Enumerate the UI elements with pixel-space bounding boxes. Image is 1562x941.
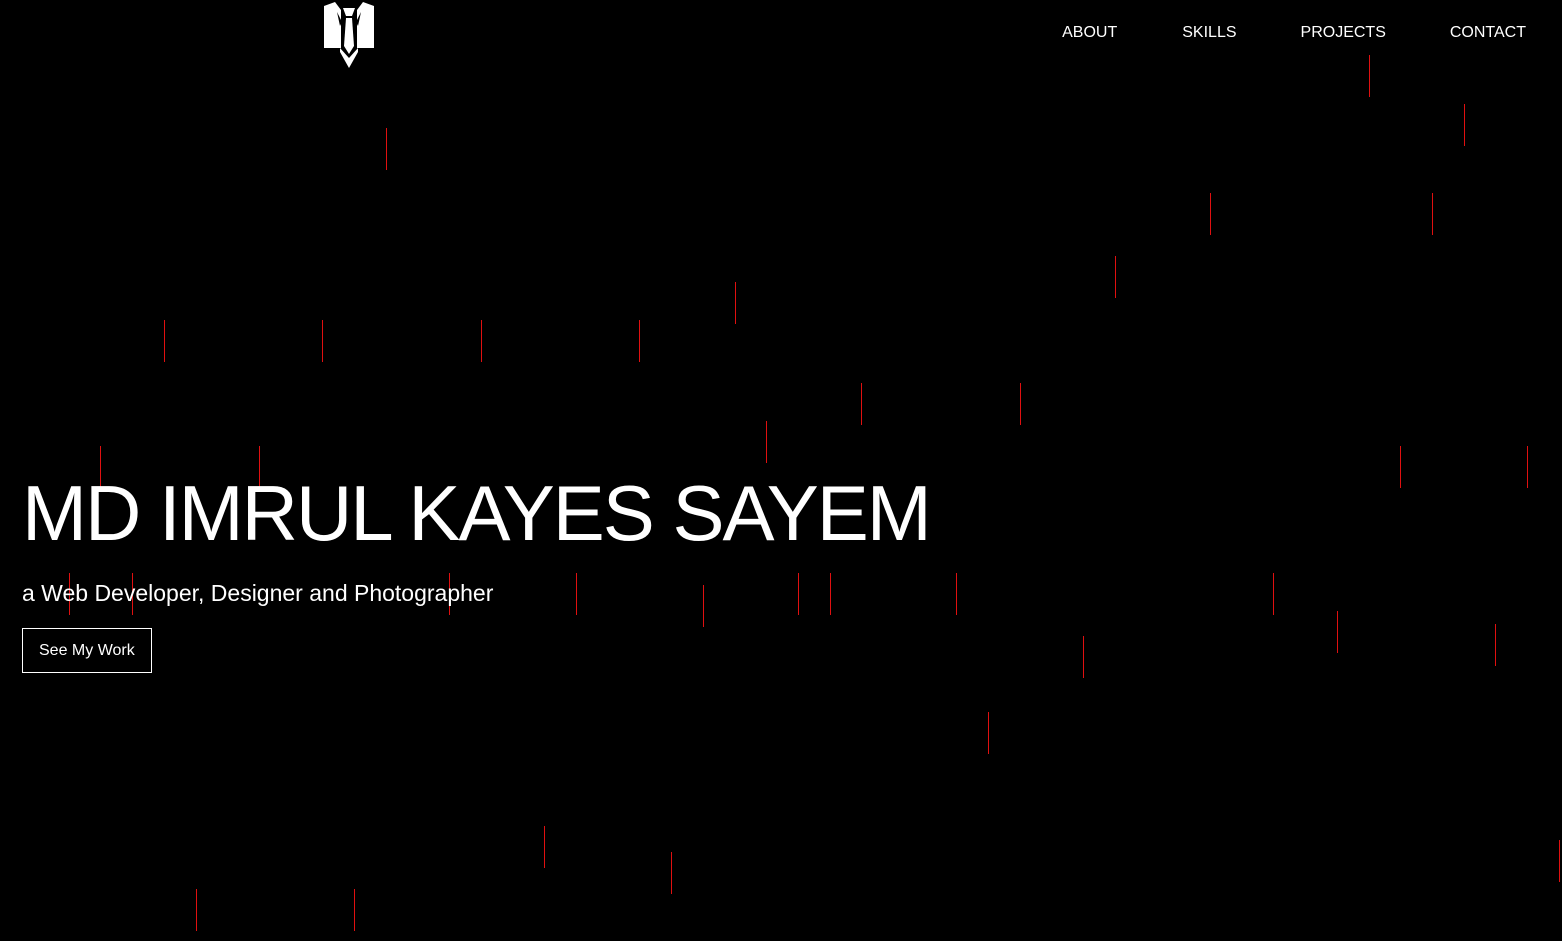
rain-streak — [354, 889, 355, 931]
rain-streak — [1210, 193, 1211, 235]
rain-streak — [164, 320, 165, 362]
hero-name-heading: MD IMRUL KAYES SAYEM — [22, 469, 932, 557]
rain-streak — [322, 320, 323, 362]
rain-streak — [1559, 840, 1560, 882]
rain-streak — [861, 383, 862, 425]
rain-streak — [1495, 624, 1496, 666]
rain-streak — [988, 712, 989, 754]
rain-streak — [639, 320, 640, 362]
nav-link-projects[interactable]: PROJECTS — [1301, 24, 1386, 42]
top-navbar: ABOUT SKILLS PROJECTS CONTACT — [0, 0, 1562, 70]
rain-streak — [1527, 446, 1528, 488]
nav-link-about[interactable]: ABOUT — [1062, 24, 1117, 42]
rain-streak — [1273, 573, 1274, 615]
rain-streak — [956, 573, 957, 615]
rain-streak — [386, 128, 387, 170]
rain-streak — [671, 852, 672, 894]
rain-streak — [1083, 636, 1084, 678]
rain-streak — [481, 320, 482, 362]
hero-section: MD IMRUL KAYES SAYEM a Web Developer, De… — [22, 466, 932, 673]
rain-streak — [196, 889, 197, 931]
nav-link-skills[interactable]: SKILLS — [1182, 24, 1236, 42]
hero-tagline: a Web Developer, Designer and Photograph… — [22, 580, 494, 606]
rain-streak — [1432, 193, 1433, 235]
nav-link-contact[interactable]: CONTACT — [1450, 24, 1526, 42]
rain-streak — [544, 826, 545, 868]
rain-streak — [766, 421, 767, 463]
main-nav: ABOUT SKILLS PROJECTS CONTACT — [1062, 24, 1526, 42]
rain-streak — [1400, 446, 1401, 488]
see-my-work-button[interactable]: See My Work — [22, 628, 152, 673]
rain-streak — [1115, 256, 1116, 298]
suit-tie-logo-icon[interactable] — [323, 2, 375, 68]
rain-streak — [1020, 383, 1021, 425]
rain-streak — [1337, 611, 1338, 653]
rain-streak — [1464, 104, 1465, 146]
rain-streak — [735, 282, 736, 324]
